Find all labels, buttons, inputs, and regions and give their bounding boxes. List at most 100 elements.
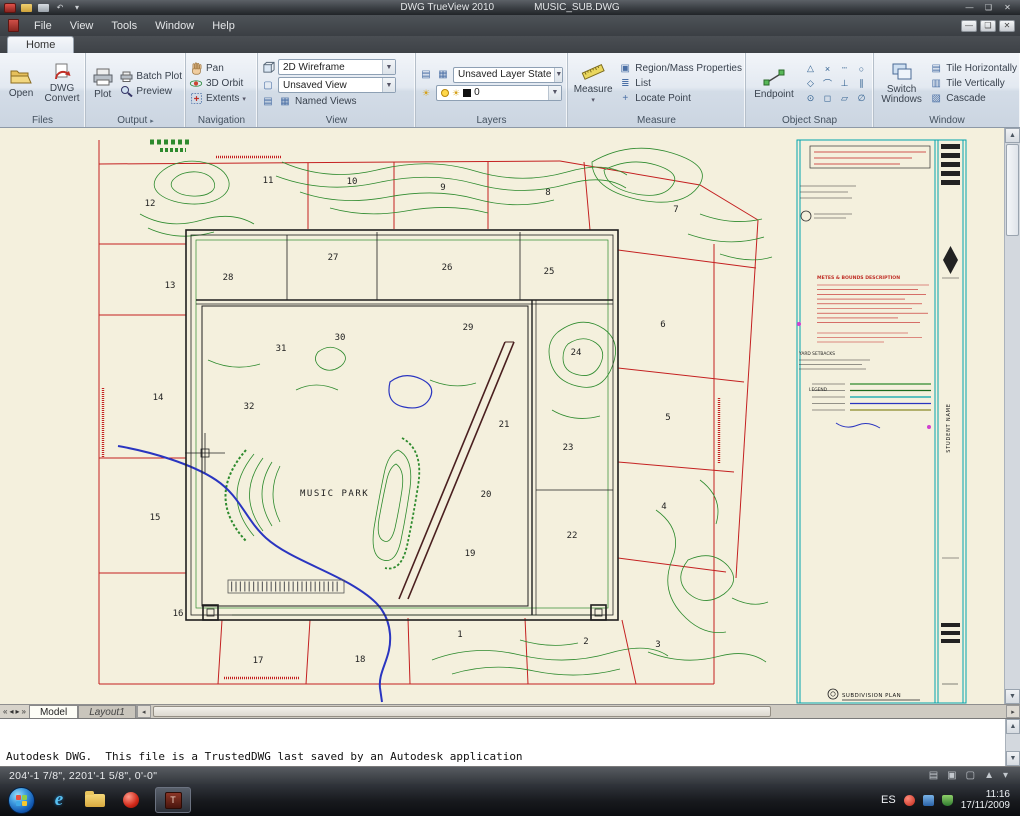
menu-file[interactable]: File <box>25 18 61 34</box>
panel-label-output[interactable]: Output ▸ <box>86 114 185 127</box>
command-scroll-up-icon[interactable]: ▲ <box>1006 719 1020 734</box>
app-title: DWG TrueView 2010 <box>400 2 495 13</box>
command-scrollbar[interactable]: ▲ ▼ <box>1005 719 1020 766</box>
trueview-taskbar-button[interactable]: T <box>155 787 191 813</box>
command-window[interactable]: Autodesk DWG. This file is a TrustedDWG … <box>0 718 1020 805</box>
extents-dropdown-icon[interactable]: ▾ <box>242 95 246 103</box>
quick-view-layouts-icon[interactable]: ▣ <box>947 770 956 781</box>
tray-security-icon[interactable] <box>941 794 953 806</box>
snap-node-icon[interactable]: ⊙ <box>802 91 819 106</box>
annotation-scale-icon[interactable]: ▲ <box>984 770 994 781</box>
last-tab-icon[interactable]: » <box>21 707 25 716</box>
tile-vertical-icon: ▥ <box>931 78 941 89</box>
pan-button[interactable]: Pan <box>189 62 246 75</box>
first-tab-icon[interactable]: « <box>3 707 7 716</box>
start-button[interactable] <box>8 786 35 814</box>
legend-heading: LEGEND <box>809 387 828 393</box>
menu-view[interactable]: View <box>61 18 103 34</box>
explorer-folder-icon[interactable] <box>83 788 107 812</box>
canvas-vertical-scrollbar[interactable]: ▲ ▼ <box>1004 128 1020 704</box>
vertical-scroll-thumb[interactable] <box>1006 144 1019 236</box>
visual-style-combo[interactable]: 2D Wireframe ▼ <box>278 59 396 75</box>
current-layer-combo[interactable]: ☀ 0 ▼ <box>436 84 562 101</box>
snap-none-icon[interactable]: ∅ <box>853 91 870 106</box>
layer-on-bulb-icon[interactable] <box>441 88 449 97</box>
plan-detail-symbol <box>827 688 839 700</box>
tray-network-icon[interactable] <box>922 794 934 806</box>
dwg-convert-button[interactable]: DWG Convert <box>42 63 82 104</box>
layer-color-swatch[interactable] <box>463 88 472 97</box>
switch-windows-button[interactable]: Switch Windows <box>877 63 926 105</box>
snap-quadrant-icon[interactable]: ◇ <box>802 76 819 91</box>
quick-view-drawings-icon[interactable]: ▢ <box>966 770 975 781</box>
pond-outline <box>388 375 433 409</box>
preview-button[interactable]: Preview <box>119 85 182 98</box>
tab-model[interactable]: Model <box>28 705 79 718</box>
view-state-combo-arrow[interactable]: ▼ <box>382 78 395 92</box>
scroll-right-icon[interactable]: ▸ <box>1006 705 1020 718</box>
lot-number-29: 29 <box>463 323 474 333</box>
doc-restore-button[interactable]: ❑ <box>980 19 996 32</box>
locate-point-button[interactable]: + Locate Point <box>618 92 742 105</box>
layer-properties-icon[interactable]: ▤ <box>419 68 433 81</box>
next-tab-icon[interactable]: ▸ <box>15 707 19 716</box>
endpoint-button[interactable]: Endpoint <box>749 68 799 100</box>
snap-intersection-icon[interactable]: × <box>819 61 836 76</box>
measure-dropdown-icon[interactable]: ▾ <box>591 96 595 106</box>
cascade-button[interactable]: ▧ Cascade <box>929 92 1017 105</box>
orbit-button[interactable]: 3D Orbit <box>189 77 246 90</box>
canvas-horizontal-scrollbar[interactable]: ◂ ▸ <box>135 705 1020 718</box>
status-menu-icon[interactable]: ▾ <box>1003 770 1008 781</box>
extents-button[interactable]: Extents ▾ <box>189 92 246 105</box>
music-park-label: MUSIC PARK <box>300 489 369 499</box>
measure-button[interactable]: Measure ▾ <box>571 62 615 106</box>
tab-home[interactable]: Home <box>7 36 75 53</box>
plot-button[interactable]: Plot <box>89 68 116 100</box>
snap-nearest-icon[interactable]: ▱ <box>836 91 853 106</box>
drawing-canvas[interactable]: METES & BOUNDS DESCRIPTION YARD SETBACKS… <box>0 128 1020 704</box>
tray-update-icon[interactable] <box>903 794 915 806</box>
batch-plot-button[interactable]: Batch Plot <box>119 70 182 83</box>
snap-perpendicular-icon[interactable]: ⊥ <box>836 76 853 91</box>
layer-state-combo[interactable]: Unsaved Layer State ▼ <box>453 66 563 83</box>
list-button[interactable]: ≣ List <box>618 77 742 90</box>
tile-vertically-button[interactable]: ▥ Tile Vertically <box>929 77 1017 90</box>
snap-tangent-icon[interactable]: ⌒ <box>819 76 836 91</box>
media-app-icon[interactable] <box>119 788 143 812</box>
layer-freeze-sun-icon[interactable]: ☀ <box>452 88 460 97</box>
taskbar-clock[interactable]: 11:16 17/11/2009 <box>961 789 1012 811</box>
lot-number-3: 3 <box>655 640 660 650</box>
output-dialog-launcher-icon[interactable]: ▸ <box>150 117 154 125</box>
doc-close-button[interactable]: ✕ <box>999 19 1015 32</box>
visual-style-combo-arrow[interactable]: ▼ <box>382 60 395 74</box>
scroll-left-icon[interactable]: ◂ <box>136 705 151 718</box>
layer-states-icon[interactable]: ▦ <box>436 68 450 81</box>
menu-help[interactable]: Help <box>203 18 244 34</box>
doc-minimize-button[interactable]: — <box>961 19 977 32</box>
tile-horizontally-button[interactable]: ▤ Tile Horizontally <box>929 62 1018 75</box>
named-views-button[interactable]: ▤ ▦ Named Views <box>261 95 412 108</box>
layer-isolate-icon[interactable]: ☀ <box>419 86 433 99</box>
snap-parallel-icon[interactable]: ∥ <box>853 76 870 91</box>
language-indicator[interactable]: ES <box>881 794 896 806</box>
snap-extension-icon[interactable]: ┄ <box>836 61 853 76</box>
view-state-combo[interactable]: Unsaved View ▼ <box>278 77 396 93</box>
document-icon[interactable] <box>8 19 19 32</box>
region-mass-properties-button[interactable]: ▣ Region/Mass Properties <box>618 62 742 75</box>
scroll-up-icon[interactable]: ▲ <box>1005 128 1020 143</box>
menu-window[interactable]: Window <box>146 18 203 34</box>
horizontal-scroll-thumb[interactable] <box>152 706 772 717</box>
command-scroll-down-icon[interactable]: ▼ <box>1006 751 1020 766</box>
scroll-down-icon[interactable]: ▼ <box>1005 689 1020 704</box>
menu-tools[interactable]: Tools <box>102 18 146 34</box>
open-button[interactable]: Open <box>3 68 39 99</box>
internet-explorer-icon[interactable]: e <box>47 788 71 812</box>
snap-center-icon[interactable]: ○ <box>853 61 870 76</box>
paper-space-icon[interactable]: ▤ <box>929 770 938 781</box>
layer-state-combo-arrow[interactable]: ▼ <box>554 67 563 82</box>
snap-midpoint-icon[interactable]: △ <box>802 61 819 76</box>
prev-tab-icon[interactable]: ◂ <box>9 707 13 716</box>
tab-layout1[interactable]: Layout1 <box>78 705 136 718</box>
snap-insertion-icon[interactable]: ◻ <box>819 91 836 106</box>
current-layer-combo-arrow[interactable]: ▼ <box>548 85 561 100</box>
